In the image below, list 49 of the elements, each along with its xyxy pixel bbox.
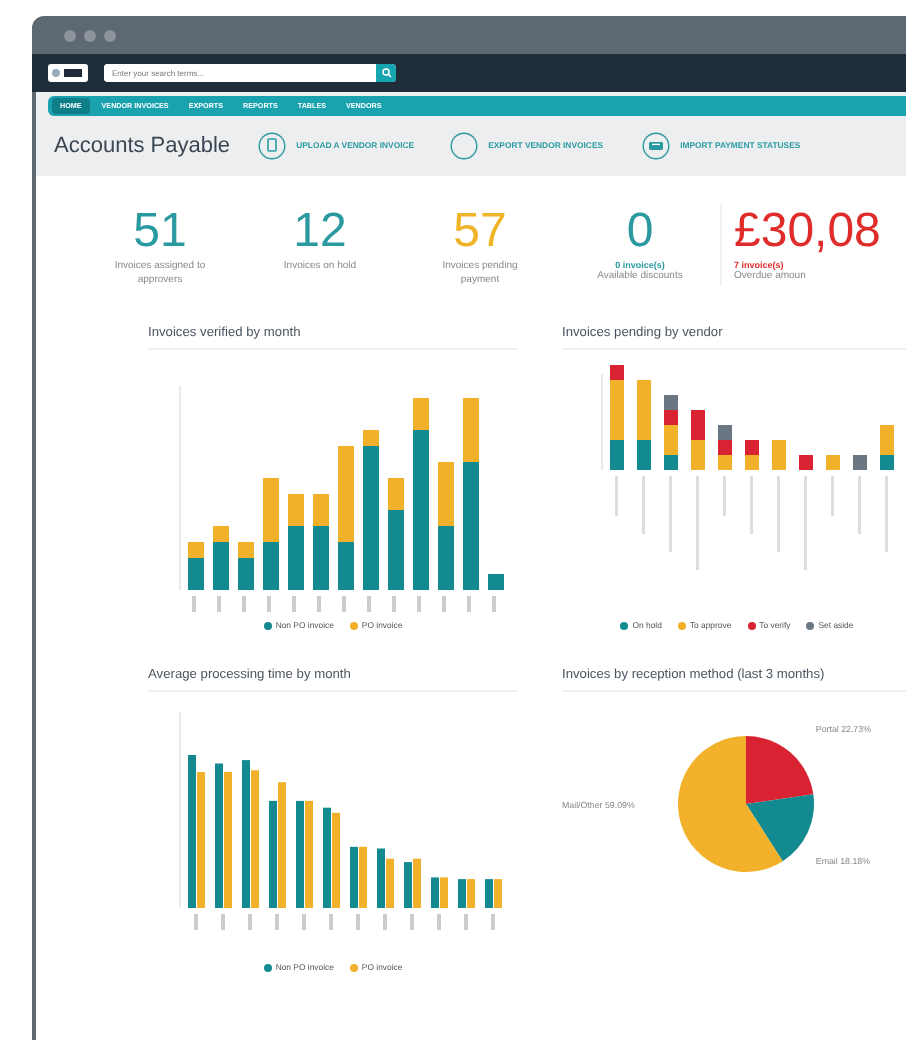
- axis-tick-label: [696, 476, 699, 570]
- axis-tick-label: [777, 476, 780, 552]
- axis-tick-label: [417, 596, 421, 612]
- axis-tick-label: [858, 476, 861, 534]
- bar-segment: [799, 455, 813, 470]
- kpi-value: 12: [293, 204, 347, 260]
- axis-tick-label: [467, 596, 471, 612]
- axis-tick-label: [669, 476, 672, 552]
- axis-tick-label: [491, 914, 495, 930]
- axis-tick-label: [317, 596, 321, 612]
- axis-tick-label: [192, 596, 196, 612]
- bar-segment: [488, 574, 504, 590]
- axis-tick-label: [885, 476, 888, 552]
- axis-tick-label: [302, 914, 306, 930]
- axis-tick-label: [410, 914, 414, 930]
- search-button[interactable]: [376, 64, 396, 82]
- kpi-value: 0: [626, 204, 654, 260]
- axis-tick-label: [342, 596, 346, 612]
- axis-tick-label: [275, 914, 279, 930]
- logo-icon: [48, 64, 88, 82]
- axis-tick-label: [492, 596, 496, 612]
- axis-tick-label: [221, 914, 225, 930]
- axis-tick-label: [615, 476, 618, 516]
- axis-tick-label: [194, 914, 198, 930]
- axis-tick-label: [750, 476, 753, 534]
- axis-tick-label: [392, 596, 396, 612]
- axis-tick-label: [248, 914, 252, 930]
- axis-tick-label: [383, 914, 387, 930]
- axis-tick-label: [242, 596, 246, 612]
- page-title: Accounts Payable: [54, 134, 231, 158]
- axis-tick-label: [723, 476, 726, 516]
- axis-tick-label: [831, 476, 834, 516]
- axis-tick-label: [642, 476, 645, 534]
- axis-tick-label: [356, 914, 360, 930]
- axis-tick-label: [804, 476, 807, 570]
- kpi-value: £30,08: [734, 204, 881, 260]
- axis-tick-label: [437, 914, 441, 930]
- bar-segment: [772, 440, 786, 470]
- axis-tick-label: [292, 596, 296, 612]
- bar-segment: [826, 455, 840, 470]
- kpi-value: 57: [453, 204, 507, 260]
- axis-tick-label: [442, 596, 446, 612]
- axis-tick-label: [329, 914, 333, 930]
- kpi-value: 51: [133, 204, 187, 260]
- axis-tick-label: [367, 596, 371, 612]
- axis-tick-label: [217, 596, 221, 612]
- axis-tick-label: [267, 596, 271, 612]
- axis-tick-label: [464, 914, 468, 930]
- bar-segment: [853, 455, 867, 470]
